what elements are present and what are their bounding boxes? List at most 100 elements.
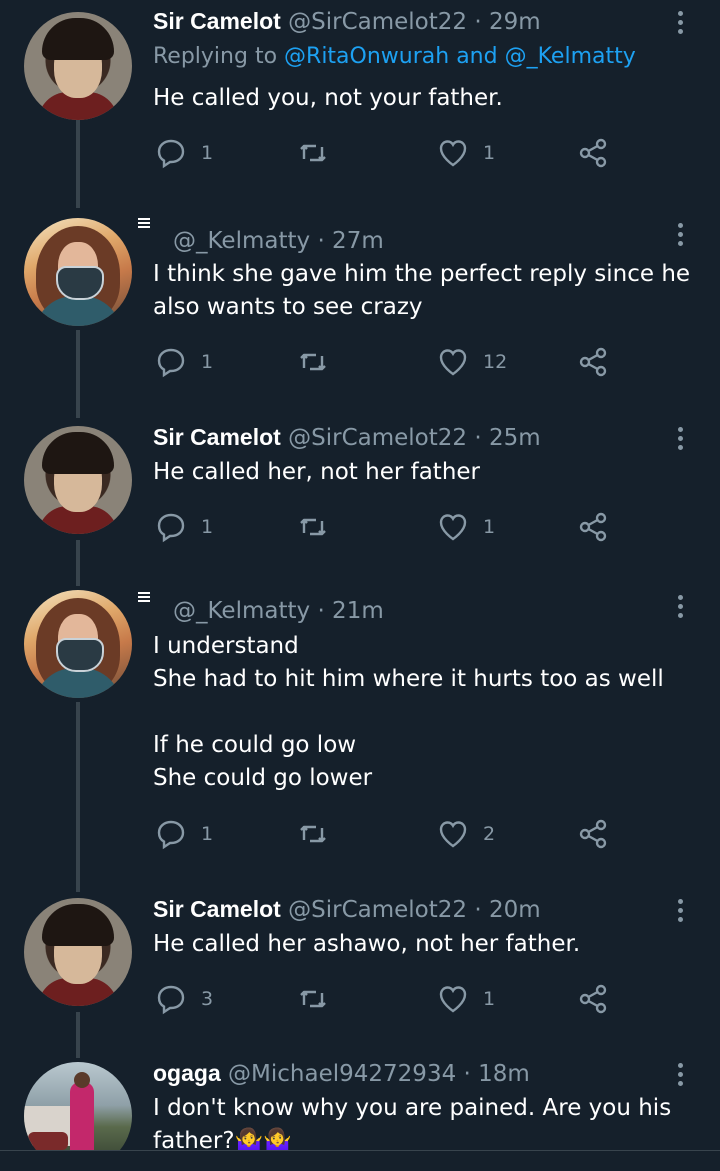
retweet-button[interactable] (297, 510, 329, 544)
timestamp: · 29m (474, 9, 541, 35)
reply-count: 1 (201, 142, 214, 164)
display-name[interactable]: Sir Camelot (153, 896, 281, 922)
mention-and[interactable]: and (456, 44, 497, 69)
handle[interactable]: @_Kelmatty (173, 598, 310, 624)
like-button[interactable]: 12 (437, 345, 507, 379)
avatar[interactable] (24, 218, 132, 326)
like-count: 2 (483, 823, 496, 845)
tweet-text: He called you, not your father. (153, 85, 503, 111)
more-vertical-icon[interactable] (670, 424, 690, 454)
tweet-header: @_Kelmatty · 27m (173, 228, 384, 254)
tweet-actions: 1 2 (155, 817, 625, 851)
tweet-actions: 3 1 (155, 982, 625, 1016)
tweet[interactable]: Sir Camelot @SirCamelot22 · 25m He calle… (0, 420, 720, 580)
avatar[interactable] (24, 12, 132, 120)
timestamp: · 25m (474, 425, 541, 451)
reply-icon (157, 139, 185, 169)
tweet-header: Sir Camelot @SirCamelot22 · 29m (153, 8, 541, 35)
tweet-actions: 1 1 (155, 510, 625, 544)
heart-icon (439, 986, 467, 1013)
handle[interactable]: @_Kelmatty (173, 228, 310, 254)
retweet-icon (300, 144, 326, 162)
share-button[interactable] (577, 817, 609, 851)
like-button[interactable]: 1 (437, 136, 495, 170)
share-icon (579, 512, 607, 542)
heart-icon (439, 140, 467, 167)
tweet-header: Sir Camelot @SirCamelot22 · 20m (153, 896, 541, 923)
retweet-button[interactable] (297, 136, 329, 170)
avatar[interactable] (24, 898, 132, 1006)
reply-icon (157, 513, 185, 543)
retweet-icon (300, 518, 326, 536)
share-icon (579, 984, 607, 1014)
reply-button[interactable]: 1 (155, 510, 213, 544)
tweet-header: @_Kelmatty · 21m (173, 598, 384, 624)
replying-to-label: Replying to (153, 44, 278, 69)
timestamp: · 20m (474, 897, 541, 923)
like-button[interactable]: 1 (437, 982, 495, 1016)
reply-button[interactable]: 3 (155, 982, 213, 1016)
timestamp: · 27m (317, 228, 384, 254)
share-button[interactable] (577, 345, 609, 379)
reply-icon (157, 348, 185, 378)
tweet-text: I think she gave him the perfect reply s… (153, 261, 691, 320)
display-name[interactable]: ogaga (153, 1060, 221, 1086)
like-count: 12 (483, 351, 508, 373)
reply-icon (157, 985, 185, 1015)
reply-count: 1 (201, 823, 214, 845)
list-icon (138, 218, 150, 230)
mention-link[interactable]: @RitaOnwurah (284, 44, 449, 69)
replying-to: Replying to @RitaOnwurah and @_Kelmatty (153, 44, 636, 69)
reply-count: 1 (201, 351, 214, 373)
tweet[interactable]: @_Kelmatty · 21m I understand She had to… (0, 582, 720, 882)
tweet-header: Sir Camelot @SirCamelot22 · 25m (153, 424, 541, 451)
like-button[interactable]: 2 (437, 817, 495, 851)
heart-icon (439, 349, 467, 376)
more-vertical-icon[interactable] (670, 592, 690, 622)
handle[interactable]: @Michael94272934 (228, 1061, 456, 1087)
retweet-button[interactable] (297, 817, 329, 851)
reply-button[interactable]: 1 (155, 136, 213, 170)
like-count: 1 (483, 142, 496, 164)
retweet-icon (300, 990, 326, 1008)
share-button[interactable] (577, 136, 609, 170)
avatar[interactable] (24, 590, 132, 698)
more-vertical-icon[interactable] (670, 8, 690, 38)
display-name[interactable]: Sir Camelot (153, 424, 281, 450)
retweet-icon (300, 825, 326, 843)
retweet-button[interactable] (297, 345, 329, 379)
share-button[interactable] (577, 510, 609, 544)
share-icon (579, 819, 607, 849)
more-vertical-icon[interactable] (670, 220, 690, 250)
tweet[interactable]: Sir Camelot @SirCamelot22 · 20m He calle… (0, 892, 720, 1052)
like-button[interactable]: 1 (437, 510, 495, 544)
tweet-header: ogaga @Michael94272934 · 18m (153, 1060, 530, 1087)
like-count: 1 (483, 516, 496, 538)
handle[interactable]: @SirCamelot22 (288, 897, 467, 923)
retweet-icon (300, 353, 326, 371)
retweet-button[interactable] (297, 982, 329, 1016)
tweet[interactable]: Sir Camelot @SirCamelot22 · 29m Replying… (0, 0, 720, 200)
share-icon (579, 347, 607, 377)
reply-count: 3 (201, 988, 214, 1010)
handle[interactable]: @SirCamelot22 (288, 9, 467, 35)
avatar[interactable] (24, 426, 132, 534)
display-name[interactable]: Sir Camelot (153, 8, 281, 34)
share-icon (579, 138, 607, 168)
mention-link[interactable]: @_Kelmatty (505, 44, 636, 69)
more-vertical-icon[interactable] (670, 896, 690, 926)
tweet-text: He called her ashawo, not her father. (153, 931, 581, 957)
timestamp: · 21m (317, 598, 384, 624)
tweet-text: I understand She had to hit him where it… (153, 633, 664, 791)
list-icon (138, 592, 150, 604)
heart-icon (439, 821, 467, 848)
reply-button[interactable]: 1 (155, 817, 213, 851)
tweet[interactable]: ogaga @Michael94272934 · 18m I don't kno… (0, 1056, 720, 1170)
share-button[interactable] (577, 982, 609, 1016)
heart-icon (439, 514, 467, 541)
tweet[interactable]: @_Kelmatty · 27m I think she gave him th… (0, 208, 720, 413)
reply-button[interactable]: 1 (155, 345, 213, 379)
more-vertical-icon[interactable] (670, 1060, 690, 1090)
reply-icon (157, 820, 185, 850)
handle[interactable]: @SirCamelot22 (288, 425, 467, 451)
